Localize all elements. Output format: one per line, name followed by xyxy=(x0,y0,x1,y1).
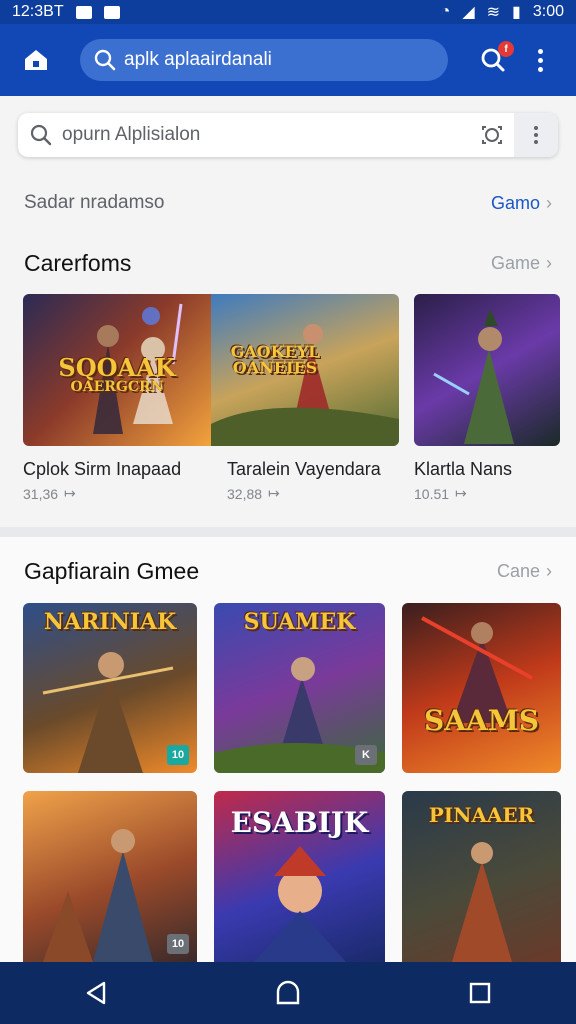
featured-item-title[interactable]: Klartla Nans xyxy=(414,459,512,480)
game-card[interactable]: NARINIAK 10 xyxy=(23,603,197,773)
category-header: Gapfiarain Gmee Cane › xyxy=(24,558,552,585)
status-bar: 12:3BT ◔ ◢ ≋ ▮ 3:00 xyxy=(0,0,576,24)
section-title: Carerfoms xyxy=(24,250,132,276)
game-logo: NARINIAK xyxy=(43,609,177,635)
camera-search-button[interactable] xyxy=(470,113,514,157)
menu-dot xyxy=(534,133,538,137)
see-more-link[interactable]: Game › xyxy=(491,253,552,274)
menu-dot xyxy=(534,140,538,144)
card-badge: 10 xyxy=(167,745,189,765)
game-logo: ESABIJK xyxy=(230,806,369,839)
app-bar: aplk aplaairdanali f xyxy=(0,24,576,96)
see-more-label: Game xyxy=(490,253,540,273)
featured-header: Carerfoms Game › xyxy=(24,250,552,277)
recents-button[interactable] xyxy=(450,963,510,1023)
hero-illustration xyxy=(433,309,514,444)
banner-art-left: SQOAAK OAERGCRN xyxy=(23,294,211,446)
game-logo: PINAAER xyxy=(428,803,535,827)
banner-logo-line2: OANEIES xyxy=(232,358,318,377)
see-more-link[interactable]: Cane › xyxy=(497,561,552,582)
see-more-link[interactable]: Gamo › xyxy=(491,193,552,214)
section-divider xyxy=(0,527,576,537)
top-search-bar[interactable]: aplk aplaairdanali xyxy=(80,39,448,81)
section-subtitle: Sadar nradamso xyxy=(24,192,165,213)
featured-game-image[interactable] xyxy=(414,294,560,446)
home-button[interactable] xyxy=(22,46,50,74)
arrow-right-icon: ↦ xyxy=(455,485,467,501)
featured-item-meta: 10.51 ↦ xyxy=(414,485,467,502)
search-notification-button[interactable]: f xyxy=(478,41,514,75)
status-time-left: 12:3BT xyxy=(12,3,64,20)
recommendation-header: Sadar nradamso Gamo › xyxy=(24,192,552,214)
signal-icon: ◢ xyxy=(462,4,475,21)
featured-item-count: 10.51 xyxy=(414,485,450,502)
top-search-text: aplk aplaairdanali xyxy=(124,49,272,70)
banner-logo-line2: OAERGCRN xyxy=(70,379,164,395)
search-icon xyxy=(30,124,52,146)
featured-banner[interactable]: SQOAAK OAERGCRN GAOKEYL OANEIES xyxy=(23,294,399,446)
featured-item-meta: 31,36 ↦ xyxy=(23,485,76,502)
recents-icon xyxy=(469,982,491,1004)
featured-item-count: 31,36 xyxy=(23,485,59,502)
game-card[interactable]: PINAAER xyxy=(402,791,561,962)
back-icon xyxy=(86,981,106,1005)
banner-art-right: GAOKEYL OANEIES xyxy=(211,294,399,446)
featured-item-count: 32,88 xyxy=(227,485,263,502)
chevron-right-icon: › xyxy=(546,561,552,581)
wifi-icon: ≋ xyxy=(486,4,501,21)
game-art xyxy=(421,616,533,723)
banner-logo: GAOKEYL OANEIES xyxy=(231,344,320,376)
status-time-right: 3:00 xyxy=(532,3,564,20)
menu-dot xyxy=(537,48,543,54)
card-badge: K xyxy=(355,745,377,765)
message-icon xyxy=(75,5,92,19)
chevron-right-icon: › xyxy=(546,253,552,273)
menu-dot xyxy=(537,57,543,63)
notification-icon xyxy=(103,5,120,19)
home-circle-icon xyxy=(276,980,300,1005)
see-more-label: Gamo xyxy=(490,192,540,213)
search-field[interactable]: opurn Alplisialon xyxy=(18,113,558,157)
chevron-right-icon: › xyxy=(546,192,552,213)
arrow-right-icon: ↦ xyxy=(268,485,280,501)
banner-logo: SQOAAK OAERGCRN xyxy=(58,353,176,395)
arrow-right-icon: ↦ xyxy=(64,485,76,501)
game-card[interactable]: SUAMEK K xyxy=(214,603,385,773)
featured-item-title[interactable]: Cplok Sirm Inapaad xyxy=(23,459,181,480)
notification-badge: f xyxy=(498,41,514,57)
overflow-menu-button[interactable] xyxy=(530,45,550,75)
featured-item-title[interactable]: Taralein Vayendara xyxy=(227,459,381,480)
game-logo: SUAMEK xyxy=(243,609,356,635)
search-input[interactable]: opurn Alplisialon xyxy=(62,124,470,146)
menu-dot xyxy=(534,126,538,130)
home-icon xyxy=(25,50,47,70)
section-title: Gapfiarain Gmee xyxy=(24,558,200,584)
system-navigation-bar xyxy=(0,962,576,1024)
search-options-button[interactable] xyxy=(514,113,558,157)
featured-item-meta: 32,88 ↦ xyxy=(227,485,280,502)
search-icon xyxy=(94,49,116,71)
battery-icon: ▮ xyxy=(512,4,521,21)
game-logo: SAAMS xyxy=(424,704,539,737)
back-button[interactable] xyxy=(66,963,126,1023)
see-more-label: Cane xyxy=(496,561,540,581)
alarm-icon: ◔ xyxy=(440,3,451,20)
camera-icon xyxy=(482,126,502,144)
game-card[interactable]: 10 xyxy=(23,791,197,962)
game-card[interactable]: SAAMS xyxy=(402,603,561,773)
game-card[interactable]: ESABIJK xyxy=(214,791,385,962)
card-badge: 10 xyxy=(167,934,189,954)
menu-dot xyxy=(537,66,543,72)
home-nav-button[interactable] xyxy=(258,963,318,1023)
banner-logo-line1: SQOAAK xyxy=(58,353,176,382)
